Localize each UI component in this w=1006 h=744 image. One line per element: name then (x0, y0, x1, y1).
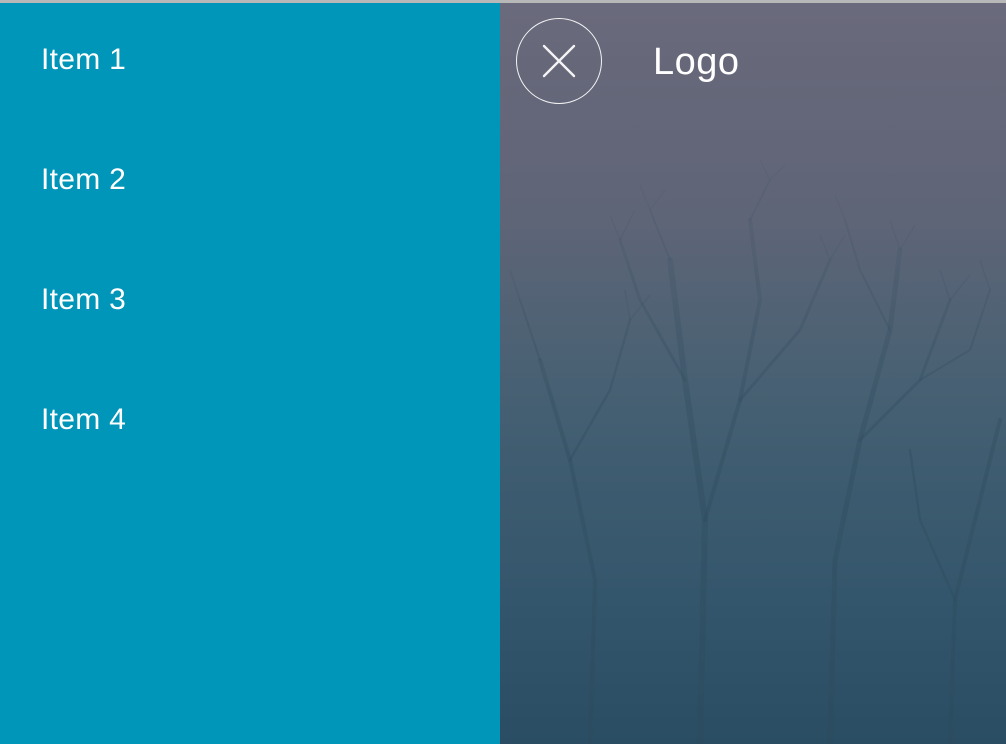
side-drawer: Item 1 Item 2 Item 3 Item 4 (0, 0, 500, 744)
close-icon (542, 44, 576, 78)
logo[interactable]: Logo (653, 43, 740, 81)
page: Item 1 Item 2 Item 3 Item 4 Logo (0, 0, 1006, 744)
menu-item-1[interactable]: Item 1 (41, 45, 126, 75)
menu-item-2[interactable]: Item 2 (41, 165, 126, 195)
window-top-edge (0, 0, 1006, 3)
menu-item-3[interactable]: Item 3 (41, 285, 126, 315)
trees-illustration (500, 0, 1006, 744)
menu-item-4[interactable]: Item 4 (41, 405, 126, 435)
background-image (500, 0, 1006, 744)
close-menu-button[interactable] (516, 18, 602, 104)
